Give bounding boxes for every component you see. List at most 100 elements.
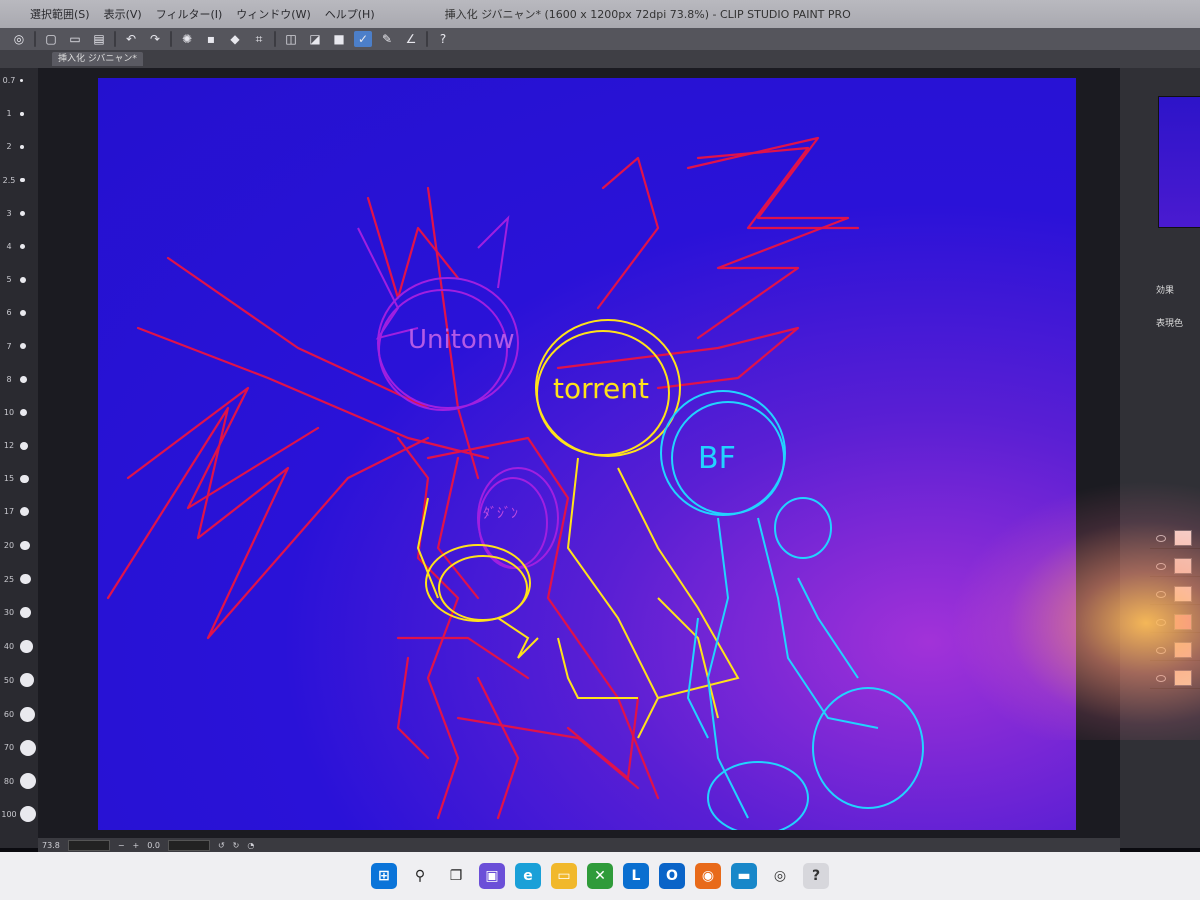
brush-size-dot bbox=[20, 309, 27, 316]
layer-row[interactable] bbox=[1150, 640, 1200, 661]
zoom-value[interactable]: 73.8 bbox=[42, 841, 60, 850]
layer-thumbnail bbox=[1174, 530, 1192, 546]
brush-size-label: 4 bbox=[6, 241, 12, 251]
menu-selection[interactable]: 選択範囲(S) bbox=[30, 6, 90, 22]
menu-window[interactable]: ウィンドウ(W) bbox=[236, 6, 310, 22]
outlook-icon[interactable]: O bbox=[659, 863, 685, 889]
firefox-icon[interactable]: ◉ bbox=[695, 863, 721, 889]
brush-size-dot bbox=[20, 408, 28, 417]
search-icon[interactable]: ⚲ bbox=[407, 863, 433, 889]
drawing-canvas[interactable]: Unitonw torrent BF ﾀﾞｼﾞﾝ bbox=[98, 78, 1076, 830]
brush-size-option[interactable]: 3 bbox=[0, 209, 38, 218]
zoom-in-icon[interactable]: + bbox=[133, 841, 140, 850]
save-icon[interactable]: ▤ bbox=[90, 31, 108, 47]
redo-icon[interactable]: ↷ bbox=[146, 31, 164, 47]
file-explorer-icon[interactable]: ▭ bbox=[551, 863, 577, 889]
layer-row[interactable] bbox=[1150, 612, 1200, 633]
loading-icon[interactable]: ✺ bbox=[178, 31, 196, 47]
effect-label: 効果 bbox=[1156, 286, 1175, 296]
eye-icon[interactable] bbox=[1156, 590, 1166, 598]
zoom-slider[interactable] bbox=[67, 839, 110, 851]
brush-size-dot bbox=[20, 210, 25, 216]
brush-size-option[interactable]: 5 bbox=[0, 275, 38, 284]
navigator-thumbnail[interactable] bbox=[1158, 96, 1200, 228]
undo-icon[interactable]: ↶ bbox=[122, 31, 140, 47]
eye-icon[interactable] bbox=[1156, 562, 1166, 570]
menu-help[interactable]: ヘルプ(H) bbox=[325, 6, 375, 22]
brush-size-dot bbox=[20, 507, 29, 517]
brush-size-option[interactable]: 2 bbox=[0, 142, 38, 151]
document-tab[interactable]: 挿入化 ジバニャン* bbox=[52, 52, 143, 66]
brush-size-option[interactable]: 15 bbox=[0, 474, 38, 483]
red-sketch bbox=[106, 136, 860, 820]
rotate-right-icon[interactable]: ↻ bbox=[233, 841, 240, 850]
task-view-icon[interactable]: ❐ bbox=[443, 863, 469, 889]
brush-size-option[interactable]: 30 bbox=[0, 607, 38, 619]
mask-icon[interactable]: ■ bbox=[330, 31, 348, 47]
brush-size-option[interactable]: 2.5 bbox=[0, 176, 38, 185]
document-tab-bar: 挿入化 ジバニャン* bbox=[0, 50, 1200, 68]
brush-size-label: 2 bbox=[6, 142, 12, 152]
clear-icon[interactable]: ▪ bbox=[202, 31, 220, 47]
brush-size-dot bbox=[20, 177, 25, 183]
new-file-icon[interactable]: ▢ bbox=[42, 31, 60, 47]
brush-size-option[interactable]: 40 bbox=[0, 640, 38, 653]
windows-start-icon[interactable]: ⊞ bbox=[371, 863, 397, 889]
draw-mode-icon[interactable]: ✓ bbox=[354, 31, 372, 47]
brush-size-option[interactable]: 6 bbox=[0, 308, 38, 317]
ruler-icon[interactable]: ∠ bbox=[402, 31, 420, 47]
layer-row[interactable] bbox=[1150, 556, 1200, 577]
zoom-out-icon[interactable]: − bbox=[118, 841, 125, 850]
brush-size-option[interactable]: 20 bbox=[0, 540, 38, 551]
edge-icon[interactable]: e bbox=[515, 863, 541, 889]
eye-icon[interactable] bbox=[1156, 618, 1166, 626]
rotate-left-icon[interactable]: ↺ bbox=[218, 841, 225, 850]
brush-size-option[interactable]: 4 bbox=[0, 242, 38, 251]
brush-size-option[interactable]: 1 bbox=[0, 109, 38, 118]
brush-size-option[interactable]: 17 bbox=[0, 507, 38, 517]
rotation-slider[interactable] bbox=[167, 839, 210, 851]
brush-size-option[interactable]: 7 bbox=[0, 342, 38, 351]
brush-size-option[interactable]: 100 bbox=[0, 806, 38, 823]
l-app-icon[interactable]: L bbox=[623, 863, 649, 889]
brush-size-dot bbox=[20, 474, 29, 484]
clip-studio-paint-icon[interactable]: ? bbox=[803, 863, 829, 889]
brush-size-option[interactable]: 50 bbox=[0, 673, 38, 688]
chat-icon[interactable]: ▣ bbox=[479, 863, 505, 889]
layer-row[interactable] bbox=[1150, 584, 1200, 605]
brush-size-option[interactable]: 8 bbox=[0, 375, 38, 384]
reset-rotation-icon[interactable]: ◔ bbox=[247, 841, 254, 850]
monitor-icon[interactable]: ▬ bbox=[731, 863, 757, 889]
menu-view[interactable]: 表示(V) bbox=[104, 6, 142, 22]
brush-size-option[interactable]: 25 bbox=[0, 573, 38, 585]
fill-icon[interactable]: ◆ bbox=[226, 31, 244, 47]
brush-size-dot bbox=[20, 441, 28, 450]
brush-size-option[interactable]: 12 bbox=[0, 441, 38, 450]
brush-size-dot bbox=[20, 673, 35, 688]
eye-icon[interactable] bbox=[1156, 674, 1166, 682]
layer-row[interactable] bbox=[1150, 528, 1200, 549]
eye-icon[interactable] bbox=[1156, 534, 1166, 542]
brush-size-option[interactable]: 60 bbox=[0, 706, 38, 722]
brush-size-dot bbox=[20, 342, 27, 350]
right-panel: 効果 表現色 bbox=[1120, 68, 1200, 848]
eye-icon[interactable] bbox=[1156, 646, 1166, 654]
select-icon[interactable]: ◪ bbox=[306, 31, 324, 47]
brush-size-dot bbox=[20, 276, 26, 283]
rotation-value[interactable]: 0.0 bbox=[147, 841, 160, 850]
menu-filter[interactable]: フィルター(I) bbox=[156, 6, 223, 22]
brush-size-option[interactable]: 70 bbox=[0, 739, 38, 756]
xbox-icon[interactable]: ✕ bbox=[587, 863, 613, 889]
clip-studio-icon[interactable]: ◎ bbox=[767, 863, 793, 889]
brush-size-option[interactable]: 80 bbox=[0, 773, 38, 790]
layer-thumbnail bbox=[1174, 586, 1192, 602]
open-folder-icon[interactable]: ▭ bbox=[66, 31, 84, 47]
help-icon[interactable]: ? bbox=[434, 31, 452, 47]
transform-icon[interactable]: ⌗ bbox=[250, 31, 268, 47]
layer-row[interactable] bbox=[1150, 668, 1200, 689]
brush-size-option[interactable]: 0.7 bbox=[0, 76, 38, 85]
clip-studio-icon[interactable]: ◎ bbox=[10, 31, 28, 47]
crop-icon[interactable]: ◫ bbox=[282, 31, 300, 47]
pen-icon[interactable]: ✎ bbox=[378, 31, 396, 47]
brush-size-option[interactable]: 10 bbox=[0, 408, 38, 417]
